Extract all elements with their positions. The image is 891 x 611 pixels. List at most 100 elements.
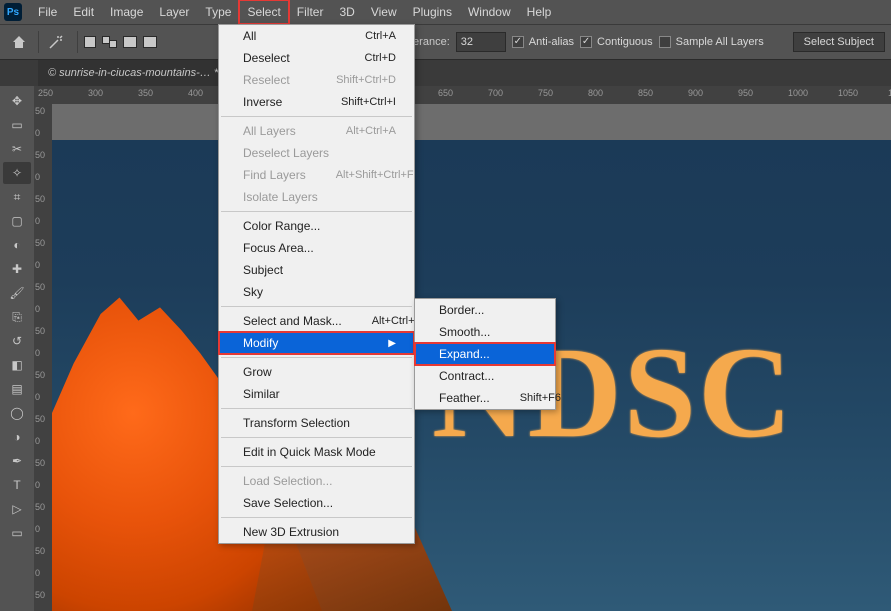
selection-mode-add-icon[interactable] [102, 36, 117, 48]
select-menu-item-inverse[interactable]: InverseShift+Ctrl+I [219, 91, 414, 113]
menu-item-label: Transform Selection [243, 416, 350, 430]
modify-menu-item-border[interactable]: Border... [415, 299, 555, 321]
antialias-label: Anti-alias [529, 36, 574, 48]
rectangle-tool[interactable]: ▭ [3, 522, 31, 544]
selection-mode-intersect-icon[interactable] [143, 36, 157, 48]
brush-tool[interactable]: 🖌 [3, 282, 31, 304]
menu-separator [221, 437, 412, 438]
menu-separator [221, 408, 412, 409]
wand-tool-icon[interactable] [45, 29, 71, 55]
history-brush-tool[interactable]: ↺ [3, 330, 31, 352]
select-menu-item-deselect-layers: Deselect Layers [219, 142, 414, 164]
select-menu-item-color-range[interactable]: Color Range... [219, 215, 414, 237]
select-menu-item-reselect: ReselectShift+Ctrl+D [219, 69, 414, 91]
menu-item-label: New 3D Extrusion [243, 525, 339, 539]
menu-item-label: Border... [439, 303, 484, 317]
divider [38, 31, 39, 53]
home-icon[interactable] [6, 29, 32, 55]
menu-window[interactable]: Window [460, 0, 519, 24]
menu-view[interactable]: View [363, 0, 405, 24]
shortcut-label: Alt+Shift+Ctrl+F [336, 169, 414, 181]
menu-file[interactable]: File [30, 0, 65, 24]
menu-item-label: Save Selection... [243, 496, 333, 510]
select-menu-item-similar[interactable]: Similar [219, 383, 414, 405]
path-selection-tool[interactable]: ▷ [3, 498, 31, 520]
submenu-arrow-icon: ▶ [388, 338, 396, 349]
menu-item-label: Modify [243, 336, 278, 350]
shortcut-label: Shift+F6 [520, 392, 561, 404]
magic-wand-tool[interactable]: ✧ [3, 162, 31, 184]
menu-item-label: Inverse [243, 95, 282, 109]
select-menu-item-transform-selection[interactable]: Transform Selection [219, 412, 414, 434]
modify-submenu: Border...Smooth...Expand...Contract...Fe… [414, 298, 556, 410]
select-menu-item-subject[interactable]: Subject [219, 259, 414, 281]
horizontal-ruler: 2503003504004505005506006507007508008509… [34, 86, 891, 104]
menu-image[interactable]: Image [102, 0, 151, 24]
menu-help[interactable]: Help [519, 0, 560, 24]
canvas-pad [52, 104, 891, 140]
menu-filter[interactable]: Filter [289, 0, 332, 24]
pen-tool[interactable]: ✒ [3, 450, 31, 472]
select-menu-item-select-and-mask[interactable]: Select and Mask...Alt+Ctrl+R [219, 310, 414, 332]
modify-menu-item-feather[interactable]: Feather...Shift+F6 [415, 387, 555, 409]
ps-logo-icon: Ps [4, 3, 22, 21]
select-menu-item-edit-in-quick-mask-mode[interactable]: Edit in Quick Mask Mode [219, 441, 414, 463]
menu-item-label: Isolate Layers [243, 190, 318, 204]
menu-item-label: Find Layers [243, 168, 306, 182]
menu-separator [221, 517, 412, 518]
menu-item-label: Reselect [243, 73, 290, 87]
menu-type[interactable]: Type [197, 0, 239, 24]
menu-bar: Ps FileEditImageLayerTypeSelectFilter3DV… [0, 0, 891, 24]
menu-layer[interactable]: Layer [151, 0, 197, 24]
menu-plugins[interactable]: Plugins [405, 0, 460, 24]
select-subject-button[interactable]: Select Subject [793, 32, 885, 52]
menu-item-label: Deselect [243, 51, 290, 65]
type-tool[interactable]: T [3, 474, 31, 496]
menu-item-label: All [243, 29, 256, 43]
modify-menu-item-smooth[interactable]: Smooth... [415, 321, 555, 343]
healing-brush-tool[interactable]: ✚ [3, 258, 31, 280]
frame-tool[interactable]: ▢ [3, 210, 31, 232]
marquee-tool[interactable]: ▭ [3, 114, 31, 136]
move-tool[interactable]: ✥ [3, 90, 31, 112]
contiguous-checkbox[interactable]: Contiguous [580, 36, 653, 48]
selection-mode-new-icon[interactable] [84, 36, 96, 48]
selection-mode-subtract-icon[interactable] [123, 36, 137, 48]
select-menu-item-focus-area[interactable]: Focus Area... [219, 237, 414, 259]
eyedropper-tool[interactable]: ◐ [3, 234, 31, 256]
tolerance-input[interactable] [456, 32, 506, 52]
menu-separator [221, 466, 412, 467]
shortcut-label: Ctrl+D [365, 52, 396, 64]
gradient-tool[interactable]: ▤ [3, 378, 31, 400]
menu-item-label: Feather... [439, 391, 490, 405]
menu-item-label: Similar [243, 387, 280, 401]
select-menu-item-grow[interactable]: Grow [219, 361, 414, 383]
checkbox-icon [580, 36, 592, 48]
menu-select[interactable]: Select [239, 0, 288, 24]
document-tab[interactable]: © sunrise-in-ciucas-mountains-… * × [38, 60, 243, 86]
select-menu-item-deselect[interactable]: Deselect Ctrl+D [219, 47, 414, 69]
menu-3d[interactable]: 3D [331, 0, 362, 24]
select-menu-item-all-layers: All LayersAlt+Ctrl+A [219, 120, 414, 142]
antialias-checkbox[interactable]: Anti-alias [512, 36, 574, 48]
select-menu-item-save-selection[interactable]: Save Selection... [219, 492, 414, 514]
sample-all-layers-checkbox[interactable]: Sample All Layers [659, 36, 764, 48]
dodge-tool[interactable]: ◑ [3, 426, 31, 448]
select-menu-item-modify[interactable]: Modify ▶ [219, 332, 414, 354]
select-menu-item-sky[interactable]: Sky [219, 281, 414, 303]
menu-item-label: Subject [243, 263, 283, 277]
menu-item-label: Color Range... [243, 219, 320, 233]
clone-stamp-tool[interactable]: ⎘ [3, 306, 31, 328]
select-menu-item-all[interactable]: AllCtrl+A [219, 25, 414, 47]
toolbox: ✥▭✂✧⌗▢◐✚🖌⎘↺◧▤◯◑✒T▷▭ [0, 86, 34, 611]
blur-tool[interactable]: ◯ [3, 402, 31, 424]
eraser-tool[interactable]: ◧ [3, 354, 31, 376]
select-menu-item-new-3d-extrusion[interactable]: New 3D Extrusion [219, 521, 414, 543]
menu-edit[interactable]: Edit [65, 0, 102, 24]
crop-tool[interactable]: ⌗ [3, 186, 31, 208]
lasso-tool[interactable]: ✂ [3, 138, 31, 160]
shortcut-label: Alt+Ctrl+A [346, 125, 396, 137]
select-menu-item-find-layers: Find Layers Alt+Shift+Ctrl+F [219, 164, 414, 186]
modify-menu-item-contract[interactable]: Contract... [415, 365, 555, 387]
modify-menu-item-expand[interactable]: Expand... [415, 343, 555, 365]
